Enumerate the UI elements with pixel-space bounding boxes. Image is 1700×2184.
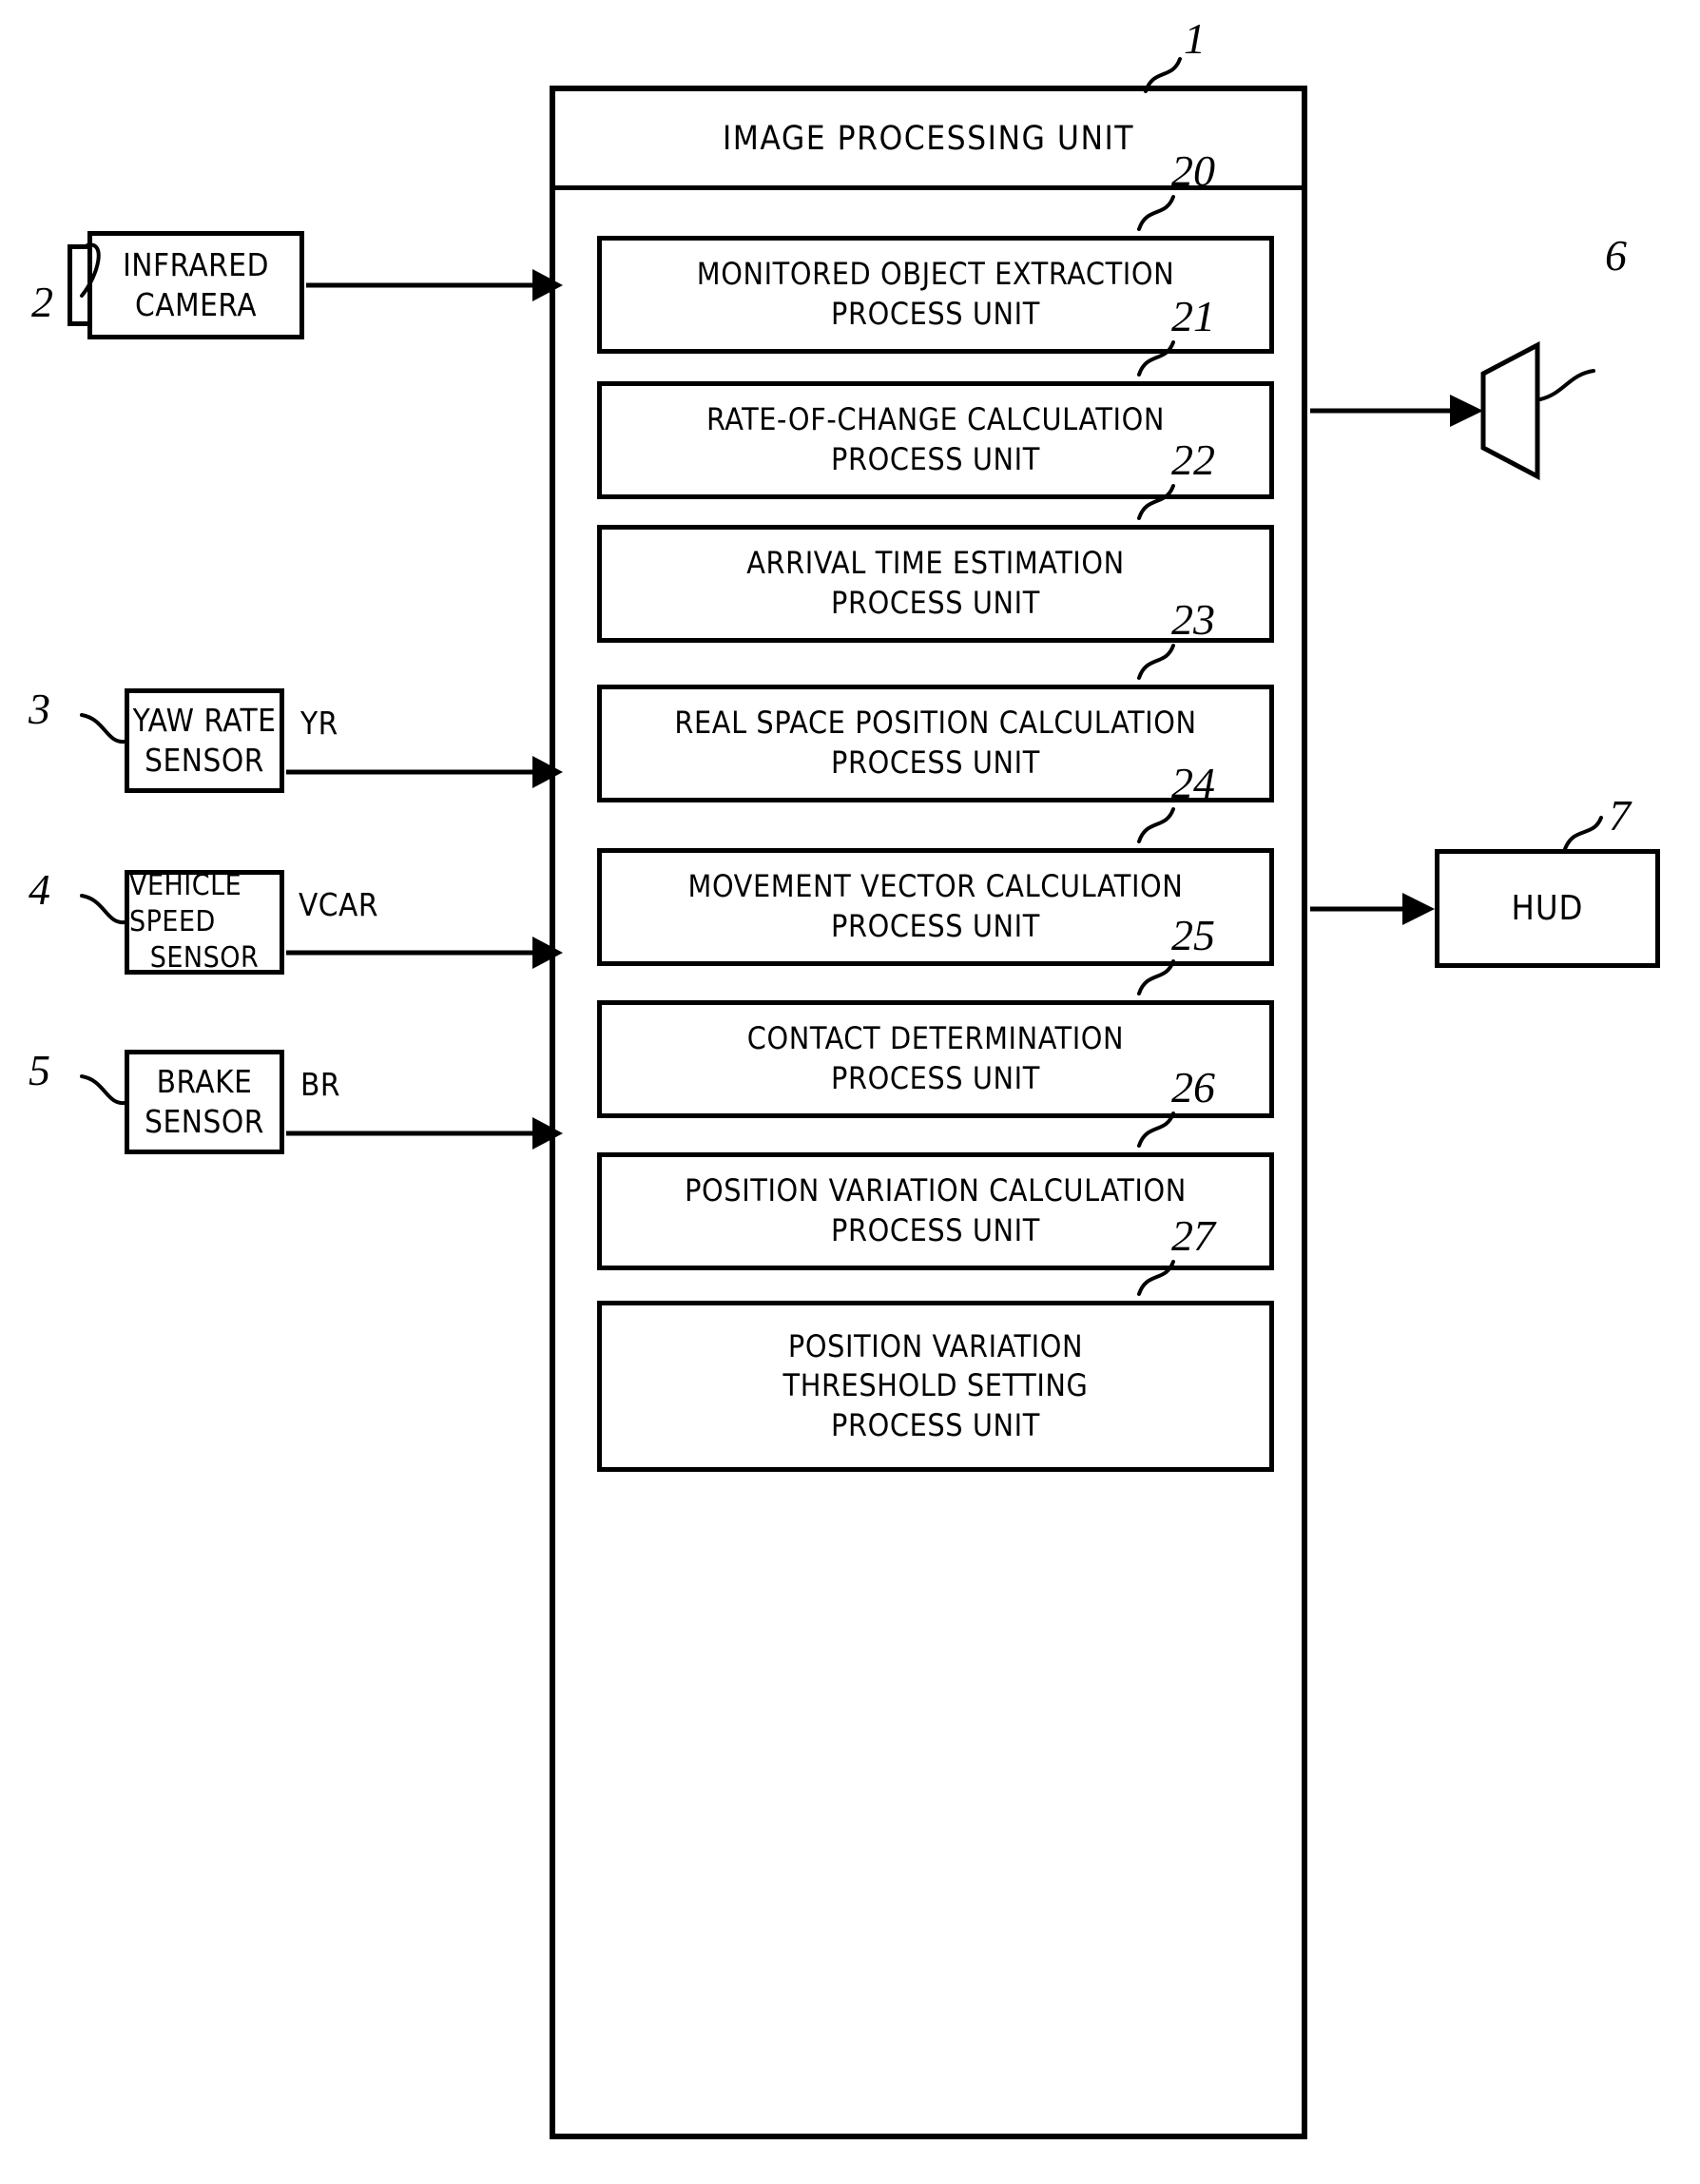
hud-box: HUD bbox=[1435, 849, 1660, 968]
reference-numeral-23: 23 bbox=[1171, 595, 1215, 644]
reference-numeral-6: 6 bbox=[1605, 231, 1627, 280]
arrow-unit-to-hud bbox=[1310, 893, 1435, 925]
process-unit-21-line-1: RATE-OF-CHANGE CALCULATION bbox=[705, 401, 1166, 438]
process-unit-27-line-1: POSITION VARIATION bbox=[787, 1327, 1084, 1364]
yaw-rate-sensor-line-1: YAW RATE bbox=[132, 702, 277, 740]
arrow-brake-to-unit bbox=[286, 1117, 563, 1150]
process-unit-25-line-2: PROCESS UNIT bbox=[831, 1060, 1040, 1096]
vehicle-speed-sensor-box: VEHICLE SPEED SENSOR bbox=[125, 869, 284, 975]
reference-numeral-1: 1 bbox=[1184, 14, 1206, 63]
process-unit-24-line-2: PROCESS UNIT bbox=[831, 908, 1040, 944]
reference-numeral-22: 22 bbox=[1171, 435, 1215, 484]
reference-numeral-4: 4 bbox=[29, 865, 50, 914]
process-unit-23-line-1: REAL SPACE POSITION CALCULATION bbox=[674, 705, 1197, 742]
process-unit-27-line-3: PROCESS UNIT bbox=[831, 1406, 1040, 1443]
leader-line-5 bbox=[80, 1074, 126, 1106]
yaw-rate-sensor-box: YAW RATE SENSOR bbox=[125, 688, 284, 793]
infrared-camera-line-2: CAMERA bbox=[134, 286, 257, 323]
reference-numeral-26: 26 bbox=[1171, 1063, 1215, 1111]
reference-numeral-3: 3 bbox=[29, 685, 50, 733]
reference-numeral-25: 25 bbox=[1171, 911, 1215, 959]
process-unit-21-line-2: PROCESS UNIT bbox=[831, 441, 1040, 477]
speaker-icon bbox=[1480, 340, 1540, 481]
arrow-yaw-rate-to-unit bbox=[286, 756, 563, 788]
patent-figure: IMAGE PROCESSING UNIT MONITORED OBJECT E… bbox=[0, 0, 1700, 2184]
reference-numeral-2: 2 bbox=[31, 278, 53, 326]
yaw-rate-sensor-line-2: SENSOR bbox=[145, 742, 264, 779]
signal-label-vcar: VCAR bbox=[299, 886, 378, 923]
brake-sensor-box: BRAKE SENSOR bbox=[125, 1050, 284, 1154]
reference-numeral-27: 27 bbox=[1171, 1211, 1215, 1260]
process-unit-27: POSITION VARIATION THRESHOLD SETTING PRO… bbox=[597, 1301, 1274, 1472]
leader-line-7 bbox=[1563, 816, 1603, 851]
brake-sensor-line-2: SENSOR bbox=[145, 1103, 264, 1140]
reference-numeral-7: 7 bbox=[1609, 791, 1631, 840]
arrow-unit-to-speaker bbox=[1310, 395, 1483, 427]
reference-numeral-21: 21 bbox=[1171, 292, 1215, 340]
arrow-vehicle-speed-to-unit bbox=[286, 937, 563, 969]
infrared-camera-line-1: INFRARED bbox=[123, 246, 269, 284]
process-unit-27-line-2: THRESHOLD SETTING bbox=[782, 1367, 1089, 1404]
process-unit-26-line-1: POSITION VARIATION CALCULATION bbox=[685, 1172, 1187, 1209]
process-unit-20-line-2: PROCESS UNIT bbox=[831, 296, 1040, 332]
image-processing-unit-box: IMAGE PROCESSING UNIT MONITORED OBJECT E… bbox=[550, 86, 1307, 2139]
reference-numeral-5: 5 bbox=[29, 1046, 50, 1094]
process-unit-22-line-1: ARRIVAL TIME ESTIMATION bbox=[746, 545, 1125, 582]
signal-label-yr: YR bbox=[300, 705, 338, 742]
reference-numeral-24: 24 bbox=[1171, 759, 1215, 807]
infrared-camera-box: INFRARED CAMERA bbox=[87, 231, 304, 339]
arrow-camera-to-unit bbox=[306, 269, 563, 301]
process-unit-23-line-2: PROCESS UNIT bbox=[831, 744, 1040, 781]
leader-line-6 bbox=[1538, 369, 1595, 401]
vehicle-speed-sensor-line-2: SENSOR bbox=[149, 940, 260, 975]
process-unit-26-line-2: PROCESS UNIT bbox=[831, 1212, 1040, 1248]
hud-label: HUD bbox=[1511, 889, 1584, 928]
process-unit-24-line-1: MOVEMENT VECTOR CALCULATION bbox=[687, 868, 1184, 905]
leader-line-4 bbox=[80, 894, 126, 925]
brake-sensor-line-1: BRAKE bbox=[156, 1063, 253, 1101]
leader-line-3 bbox=[80, 713, 126, 744]
process-unit-25-line-1: CONTACT DETERMINATION bbox=[746, 1020, 1125, 1057]
reference-numeral-20: 20 bbox=[1171, 146, 1215, 195]
process-unit-22-line-2: PROCESS UNIT bbox=[831, 585, 1040, 621]
vehicle-speed-sensor-line-1: VEHICLE SPEED bbox=[129, 869, 242, 939]
process-unit-20-line-1: MONITORED OBJECT EXTRACTION bbox=[696, 256, 1175, 293]
signal-label-br: BR bbox=[300, 1066, 340, 1103]
